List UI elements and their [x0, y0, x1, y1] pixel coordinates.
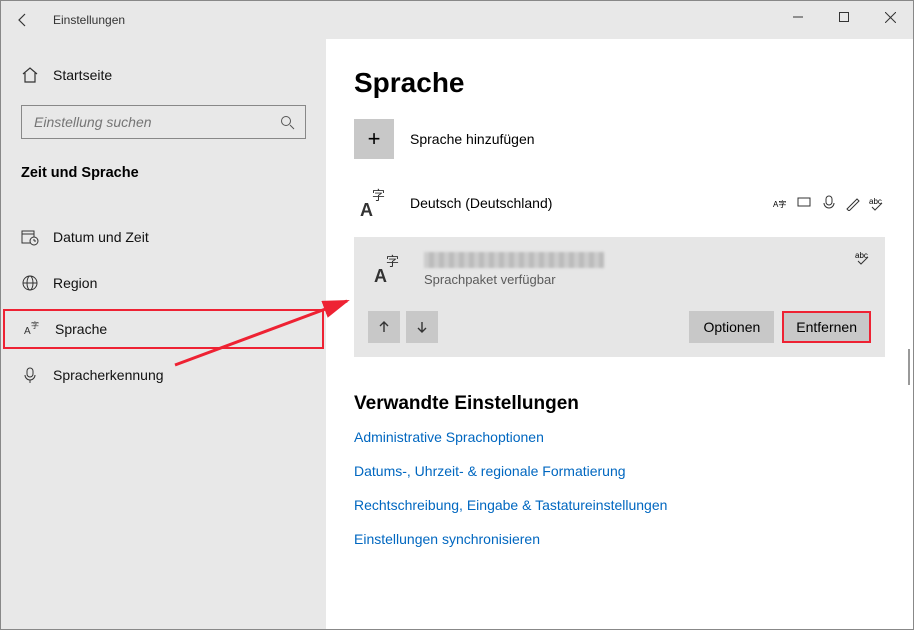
- maximize-button[interactable]: [821, 1, 867, 33]
- close-button[interactable]: [867, 1, 913, 33]
- display-language-icon: A字: [773, 195, 789, 211]
- plus-icon: +: [354, 119, 394, 159]
- link-date-time-regional[interactable]: Datums-, Uhrzeit- & regionale Formatieru…: [354, 463, 885, 479]
- nav-item-label: Sprache: [55, 321, 107, 337]
- main-content: Sprache + Sprache hinzufügen 字A Deutsch …: [326, 39, 913, 629]
- add-language-label: Sprache hinzufügen: [410, 131, 535, 147]
- settings-window: Einstellungen Startseite: [0, 0, 914, 630]
- nav-home-label: Startseite: [53, 67, 112, 83]
- add-language-row[interactable]: + Sprache hinzufügen: [354, 119, 885, 159]
- language-card-selected[interactable]: 字A Sprachpaket verfügbar abc: [354, 237, 885, 357]
- language-subtitle: Sprachpaket verfügbar: [424, 272, 604, 287]
- window-controls: [775, 1, 913, 33]
- language-name-redacted: [424, 252, 604, 268]
- spellcheck-icon: abc: [869, 195, 885, 211]
- language-glyph-icon: 字A: [354, 183, 394, 223]
- nav-speech[interactable]: Spracherkennung: [1, 355, 326, 395]
- nav-item-label: Datum und Zeit: [53, 229, 149, 245]
- back-button[interactable]: [1, 1, 45, 39]
- sidebar: Startseite Zeit und Sprache Datum und Ze…: [1, 39, 326, 629]
- move-up-button[interactable]: [368, 311, 400, 343]
- home-icon: [21, 66, 39, 84]
- svg-text:字: 字: [31, 320, 39, 330]
- options-button[interactable]: Optionen: [689, 311, 774, 343]
- microphone-icon: [21, 366, 39, 384]
- link-spelling-input-keyboard[interactable]: Rechtschreibung, Eingabe & Tastatureinst…: [354, 497, 885, 513]
- handwriting-icon: [845, 195, 861, 211]
- remove-button[interactable]: Entfernen: [782, 311, 871, 343]
- language-row-default[interactable]: 字A Deutsch (Deutschland) A字 abc: [354, 179, 885, 227]
- window-title: Einstellungen: [53, 13, 125, 27]
- nav-item-label: Spracherkennung: [53, 367, 164, 383]
- link-sync-settings[interactable]: Einstellungen synchronisieren: [354, 531, 885, 547]
- titlebar: Einstellungen: [1, 1, 913, 39]
- svg-text:A: A: [24, 326, 31, 337]
- text-to-speech-icon: [797, 195, 813, 211]
- language-name: Deutsch (Deutschland): [410, 195, 552, 211]
- svg-text:字: 字: [386, 254, 399, 269]
- nav-region[interactable]: Region: [1, 263, 326, 303]
- page-title: Sprache: [354, 67, 885, 99]
- minimize-button[interactable]: [775, 1, 821, 33]
- link-admin-language-options[interactable]: Administrative Sprachoptionen: [354, 429, 885, 445]
- scrollbar[interactable]: [908, 349, 910, 385]
- svg-text:字: 字: [372, 188, 385, 203]
- search-input[interactable]: [32, 113, 280, 131]
- speech-recognition-icon: [821, 195, 837, 211]
- calendar-clock-icon: [21, 228, 39, 246]
- nav-language[interactable]: A字 Sprache: [3, 309, 324, 349]
- svg-text:A: A: [360, 200, 373, 220]
- language-features: A字 abc: [773, 195, 885, 211]
- search-icon: [280, 115, 295, 130]
- language-icon: A字: [23, 320, 41, 338]
- globe-icon: [21, 274, 39, 292]
- nav-item-label: Region: [53, 275, 97, 291]
- related-settings-title: Verwandte Einstellungen: [354, 393, 885, 415]
- language-glyph-icon: 字A: [368, 249, 408, 289]
- search-box[interactable]: [21, 105, 306, 139]
- svg-text:A字: A字: [773, 199, 786, 209]
- sidebar-section-title: Zeit und Sprache: [1, 157, 326, 195]
- nav-date-time[interactable]: Datum und Zeit: [1, 217, 326, 257]
- move-down-button[interactable]: [406, 311, 438, 343]
- svg-text:A: A: [374, 266, 387, 286]
- nav-home[interactable]: Startseite: [1, 55, 326, 95]
- spellcheck-icon: abc: [855, 249, 871, 265]
